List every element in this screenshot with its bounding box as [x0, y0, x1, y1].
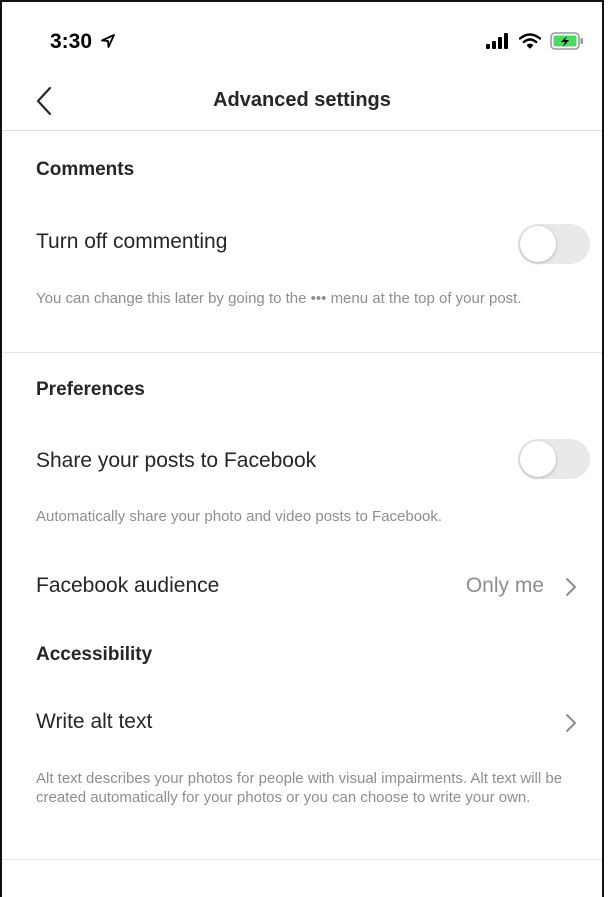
chevron-right-icon: [566, 578, 576, 596]
location-arrow-icon: [100, 34, 115, 48]
write-alt-text-label: Write alt text: [36, 710, 153, 733]
toggle-knob: [520, 441, 556, 477]
share-to-facebook-label: Share your posts to Facebook: [36, 449, 317, 472]
status-time: 3:30: [50, 30, 116, 54]
battery-charging-icon: [550, 32, 583, 50]
chevron-right-icon: [566, 714, 576, 732]
alt-text-description: Alt text describes your photos for peopl…: [36, 770, 563, 806]
share-description: Automatically share your photo and video…: [36, 508, 443, 525]
status-bar: 3:30: [2, 2, 602, 72]
share-to-facebook-toggle[interactable]: [518, 439, 590, 479]
facebook-audience-value: Only me: [465, 574, 544, 597]
phone-screen: 3:30 Advanced settings Comments Turn off…: [0, 0, 604, 897]
nav-bar: Advanced settings: [2, 72, 602, 131]
comments-description: You can change this later by going to th…: [36, 290, 522, 307]
divider: [2, 859, 602, 860]
section-header-comments: Comments: [36, 159, 135, 180]
section-header-preferences: Preferences: [36, 379, 145, 400]
page-title: Advanced settings: [213, 89, 391, 111]
facebook-audience-label: Facebook audience: [36, 574, 220, 597]
status-time-text: 3:30: [50, 30, 93, 53]
section-header-accessibility: Accessibility: [36, 644, 153, 665]
facebook-audience-row[interactable]: Facebook audience Only me: [2, 558, 602, 618]
divider: [2, 352, 602, 353]
write-alt-text-row[interactable]: Write alt text: [2, 694, 602, 754]
cellular-signal-icon: [486, 33, 508, 49]
toggle-knob: [520, 226, 556, 262]
status-icons: [486, 32, 584, 50]
wifi-icon: [519, 33, 541, 49]
turn-off-commenting-toggle[interactable]: [518, 224, 590, 264]
turn-off-commenting-label: Turn off commenting: [36, 230, 228, 253]
